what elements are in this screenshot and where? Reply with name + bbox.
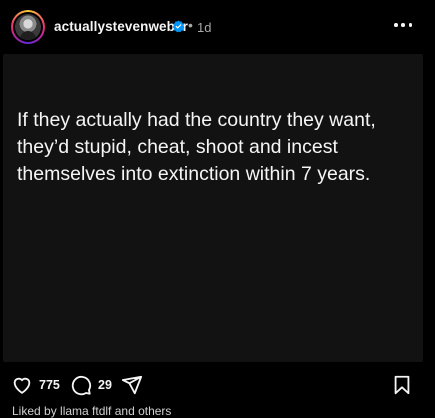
liked-by-caption[interactable]: Liked by llama ftdlf and others xyxy=(12,404,171,418)
send-icon xyxy=(121,375,143,395)
verified-badge-icon xyxy=(172,20,185,33)
more-dot xyxy=(401,23,405,27)
post-text: If they actually had the country they wa… xyxy=(17,109,376,185)
comment-icon xyxy=(71,376,92,396)
story-ring[interactable] xyxy=(11,10,45,44)
more-dot xyxy=(408,23,412,27)
share-button[interactable] xyxy=(121,374,143,396)
like-count[interactable]: 775 xyxy=(39,378,60,392)
avatar-frame xyxy=(13,12,43,42)
comment-count[interactable]: 29 xyxy=(98,378,112,392)
like-button[interactable]: 775 xyxy=(11,374,60,396)
post-header: actuallystevenweber • 1d xyxy=(0,0,435,54)
time-separator: • xyxy=(188,17,193,33)
comment-button[interactable]: 29 xyxy=(70,374,112,396)
more-options-icon[interactable] xyxy=(394,22,412,28)
more-dot xyxy=(394,23,398,27)
avatar[interactable] xyxy=(15,14,41,40)
username-link[interactable]: actuallystevenweber xyxy=(54,19,188,34)
save-button[interactable] xyxy=(392,374,412,396)
bookmark-icon xyxy=(394,375,410,395)
post-image[interactable] xyxy=(3,54,423,362)
heart-icon xyxy=(13,377,31,394)
post-time: 1d xyxy=(197,20,212,35)
action-bar: 775 29 xyxy=(0,370,435,400)
